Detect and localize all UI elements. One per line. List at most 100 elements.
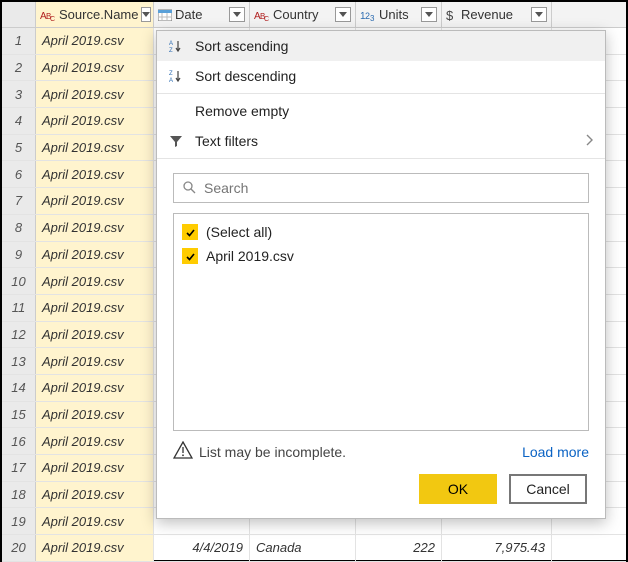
cell-source-name[interactable]: April 2019.csv xyxy=(36,482,154,508)
row-number[interactable]: 9 xyxy=(2,242,36,268)
cell-source-name[interactable]: April 2019.csv xyxy=(36,188,154,214)
cell-source-name[interactable]: April 2019.csv xyxy=(36,81,154,107)
svg-text:3: 3 xyxy=(370,14,375,22)
sort-descending-item[interactable]: ZA Sort descending xyxy=(157,61,605,91)
row-number[interactable]: 12 xyxy=(2,322,36,348)
cell-source-name[interactable]: April 2019.csv xyxy=(36,28,154,54)
row-number[interactable]: 16 xyxy=(2,428,36,454)
search-icon xyxy=(182,180,196,197)
text-type-icon: ABC xyxy=(40,8,56,22)
currency-type-icon: $ xyxy=(446,8,458,22)
svg-text:Z: Z xyxy=(169,48,173,53)
cell-source-name[interactable]: April 2019.csv xyxy=(36,402,154,428)
cell-source-name[interactable]: April 2019.csv xyxy=(36,268,154,294)
menu-label: Text filters xyxy=(195,133,575,149)
table-corner[interactable] xyxy=(2,2,36,27)
row-number[interactable]: 2 xyxy=(2,55,36,81)
cell-source-name[interactable]: April 2019.csv xyxy=(36,322,154,348)
filter-value-option[interactable]: April 2019.csv xyxy=(182,244,580,268)
cell-source-name[interactable]: April 2019.csv xyxy=(36,455,154,481)
row-number[interactable]: 11 xyxy=(2,295,36,321)
row-number[interactable]: 19 xyxy=(2,508,36,534)
filter-dropdown-icon[interactable] xyxy=(421,7,437,22)
cell-source-name[interactable]: April 2019.csv xyxy=(36,215,154,241)
column-label: Revenue xyxy=(461,7,513,22)
menu-label: Sort ascending xyxy=(195,38,593,54)
row-number[interactable]: 14 xyxy=(2,375,36,401)
cell-country[interactable]: Canada xyxy=(250,535,356,561)
remove-empty-item[interactable]: Remove empty xyxy=(157,96,605,126)
warning-text: List may be incomplete. xyxy=(199,444,346,460)
load-more-link[interactable]: Load more xyxy=(522,444,589,460)
svg-text:A: A xyxy=(169,78,173,83)
column-header-revenue[interactable]: $ Revenue xyxy=(442,2,552,27)
row-number[interactable]: 6 xyxy=(2,161,36,187)
filter-dropdown-icon[interactable] xyxy=(335,7,351,22)
menu-separator xyxy=(157,158,605,159)
warning-icon xyxy=(173,441,193,462)
cell-source-name[interactable]: April 2019.csv xyxy=(36,295,154,321)
cell-source-name[interactable]: April 2019.csv xyxy=(36,428,154,454)
column-label: Date xyxy=(175,7,202,22)
row-number[interactable]: 20 xyxy=(2,535,36,561)
row-number[interactable]: 4 xyxy=(2,108,36,134)
number-type-icon: 123 xyxy=(360,8,376,22)
column-header-source-name[interactable]: ABC Source.Name xyxy=(36,2,154,27)
filter-icon xyxy=(167,134,185,148)
filter-dropdown-icon[interactable] xyxy=(141,7,151,22)
ok-button[interactable]: OK xyxy=(419,474,497,504)
svg-text:C: C xyxy=(50,16,55,22)
search-input[interactable] xyxy=(204,180,580,196)
cell-source-name[interactable]: April 2019.csv xyxy=(36,135,154,161)
cell-source-name[interactable]: April 2019.csv xyxy=(36,508,154,534)
cell-source-name[interactable]: April 2019.csv xyxy=(36,108,154,134)
checkbox-checked-icon[interactable] xyxy=(182,248,198,264)
chevron-right-icon xyxy=(585,133,593,149)
text-type-icon: ABC xyxy=(254,8,270,22)
text-filters-item[interactable]: Text filters xyxy=(157,126,605,156)
checkbox-checked-icon[interactable] xyxy=(182,224,198,240)
filter-values-list: (Select all) April 2019.csv xyxy=(173,213,589,431)
menu-label: Remove empty xyxy=(195,103,593,119)
row-number[interactable]: 1 xyxy=(2,28,36,54)
filter-dropdown-icon[interactable] xyxy=(229,7,245,22)
cell-source-name[interactable]: April 2019.csv xyxy=(36,242,154,268)
table-row[interactable]: 20April 2019.csv4/4/2019Canada2227,975.4… xyxy=(2,535,626,562)
sort-ascending-item[interactable]: AZ Sort ascending xyxy=(157,31,605,61)
row-number[interactable]: 10 xyxy=(2,268,36,294)
svg-text:Z: Z xyxy=(169,71,173,77)
row-number[interactable]: 18 xyxy=(2,482,36,508)
cancel-button[interactable]: Cancel xyxy=(509,474,587,504)
cell-source-name[interactable]: April 2019.csv xyxy=(36,348,154,374)
column-header-units[interactable]: 123 Units xyxy=(356,2,442,27)
column-header-country[interactable]: ABC Country xyxy=(250,2,356,27)
column-header-date[interactable]: Date xyxy=(154,2,250,27)
cell-source-name[interactable]: April 2019.csv xyxy=(36,161,154,187)
column-label: Source.Name xyxy=(59,7,138,22)
cell-source-name[interactable]: April 2019.csv xyxy=(36,375,154,401)
row-number[interactable]: 7 xyxy=(2,188,36,214)
row-number[interactable]: 13 xyxy=(2,348,36,374)
sort-asc-icon: AZ xyxy=(167,39,185,53)
filter-dropdown-icon[interactable] xyxy=(531,7,547,22)
svg-text:$: $ xyxy=(446,8,454,22)
row-number[interactable]: 5 xyxy=(2,135,36,161)
column-label: Units xyxy=(379,7,409,22)
cell-units[interactable]: 222 xyxy=(356,535,442,561)
cell-source-name[interactable]: April 2019.csv xyxy=(36,55,154,81)
date-type-icon xyxy=(158,9,172,21)
svg-text:A: A xyxy=(169,41,173,47)
row-number[interactable]: 15 xyxy=(2,402,36,428)
cell-date[interactable]: 4/4/2019 xyxy=(154,535,250,561)
search-box[interactable] xyxy=(173,173,589,203)
row-number[interactable]: 17 xyxy=(2,455,36,481)
option-label: April 2019.csv xyxy=(206,248,294,264)
menu-separator xyxy=(157,93,605,94)
option-label: (Select all) xyxy=(206,224,272,240)
cell-revenue[interactable]: 7,975.43 xyxy=(442,535,552,561)
row-number[interactable]: 3 xyxy=(2,81,36,107)
cell-source-name[interactable]: April 2019.csv xyxy=(36,535,154,561)
row-number[interactable]: 8 xyxy=(2,215,36,241)
select-all-option[interactable]: (Select all) xyxy=(182,220,580,244)
column-header-row: ABC Source.Name Date ABC Country 123 Uni… xyxy=(2,2,626,28)
